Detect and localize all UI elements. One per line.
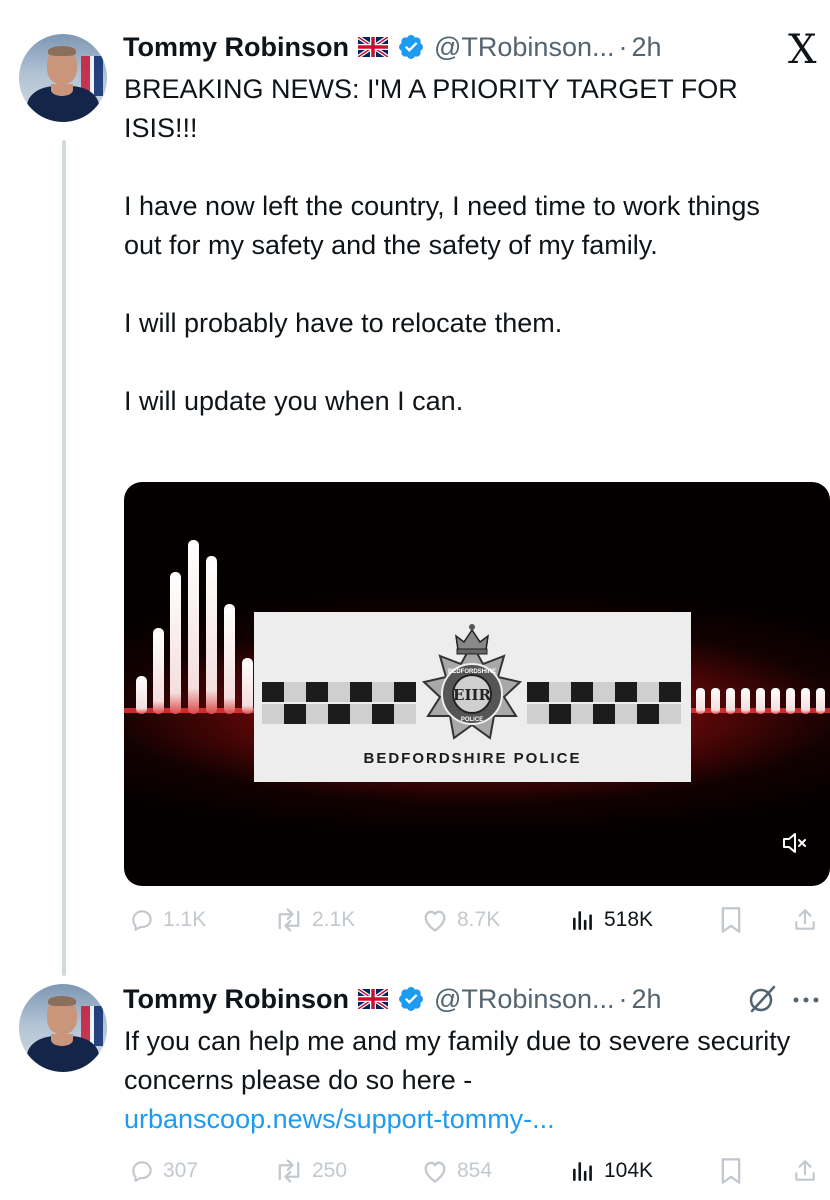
badge-ring-text: BEDFORDSHIRE [448, 669, 496, 675]
repost-icon [278, 908, 300, 932]
views-icon [573, 1162, 592, 1181]
tweet-paragraph: I will update you when I can. [124, 386, 464, 416]
tweet-header: Tommy Robinson @TRobinson... · 2h [123, 29, 662, 65]
video-media[interactable]: EIIR BEDFORDSHIRE POLICE BEDFORDSHIRE PO… [124, 482, 830, 886]
police-logo-text: BEDFORDSHIRE POLICE [363, 750, 582, 767]
repost-count: 250 [312, 1159, 348, 1182]
tweet-header: Tommy Robinson @TRobinson... · 2h [123, 981, 662, 1017]
tweet-text: BREAKING NEWS: I'M A PRIORITY TARGET FOR… [124, 70, 804, 421]
thread-connector-line [62, 140, 66, 976]
view-count: 104K [604, 1159, 654, 1182]
police-logo-card: EIIR BEDFORDSHIRE POLICE BEDFORDSHIRE PO… [254, 612, 691, 782]
tweet-paragraph: I will probably have to relocate them. [124, 308, 563, 338]
like-button[interactable]: 8.7K [421, 900, 500, 940]
reply-icon [132, 910, 152, 931]
uk-flag-icon [358, 37, 388, 57]
reply-button[interactable]: 1.1K [129, 900, 206, 940]
author-name[interactable]: Tommy Robinson [123, 984, 349, 1015]
bookmark-button[interactable] [719, 900, 743, 940]
timestamp[interactable]: 2h [631, 984, 661, 1015]
bookmark-icon [721, 907, 741, 933]
tweet-actions: 1.1K 2.1K 8.7K 518K [124, 900, 824, 940]
more-icon[interactable] [790, 990, 822, 1015]
repost-icon [278, 1159, 300, 1183]
avatar[interactable] [19, 34, 107, 122]
badge-ring-text: POLICE [461, 717, 483, 723]
views-button[interactable]: 518K [570, 900, 653, 940]
mute-icon[interactable] [782, 831, 808, 860]
tweet-actions: 307 250 854 104K [124, 1151, 824, 1191]
author-handle[interactable]: @TRobinson... [434, 984, 614, 1015]
uk-flag-icon [358, 989, 388, 1009]
heart-icon [424, 1161, 446, 1183]
repost-button[interactable]: 250 [274, 1151, 347, 1191]
tweet-paragraph: If you can help me and my family due to … [124, 1026, 791, 1095]
view-count: 518K [604, 908, 654, 931]
dot-separator: · [618, 983, 628, 1014]
verified-badge-icon [397, 985, 425, 1013]
author-handle[interactable]: @TRobinson... [434, 32, 614, 63]
grok-icon[interactable] [746, 983, 778, 1020]
share-icon [795, 909, 815, 930]
like-button[interactable]: 854 [421, 1151, 492, 1191]
like-count: 854 [457, 1159, 493, 1182]
repost-count: 2.1K [312, 908, 356, 931]
dot-separator: · [618, 31, 628, 62]
heart-icon [424, 910, 446, 932]
author-name[interactable]: Tommy Robinson [123, 32, 349, 63]
verified-badge-icon [397, 33, 425, 61]
share-button[interactable] [792, 900, 818, 940]
timestamp[interactable]: 2h [631, 32, 661, 63]
views-button[interactable]: 104K [570, 1151, 653, 1191]
repost-button[interactable]: 2.1K [274, 900, 355, 940]
reply-button[interactable]: 307 [129, 1151, 198, 1191]
tweet-text: If you can help me and my family due to … [124, 1022, 804, 1139]
tweet-link[interactable]: urbanscoop.news/support-tommy-... [124, 1100, 804, 1139]
reply-count: 307 [163, 1159, 199, 1182]
bookmark-icon [721, 1158, 741, 1184]
reply-icon [132, 1161, 152, 1182]
badge-monogram: EIIR [453, 686, 491, 704]
views-icon [573, 911, 592, 930]
tweet-paragraph: BREAKING NEWS: I'M A PRIORITY TARGET FOR… [124, 74, 738, 143]
avatar[interactable] [19, 984, 107, 1072]
share-icon [795, 1160, 815, 1181]
bookmark-button[interactable] [719, 1151, 743, 1191]
like-count: 8.7K [457, 908, 501, 931]
share-button[interactable] [792, 1151, 818, 1191]
x-logo-icon[interactable]: X [788, 30, 816, 70]
tweet-paragraph: I have now left the country, I need time… [124, 191, 760, 260]
reply-count: 1.1K [163, 908, 207, 931]
